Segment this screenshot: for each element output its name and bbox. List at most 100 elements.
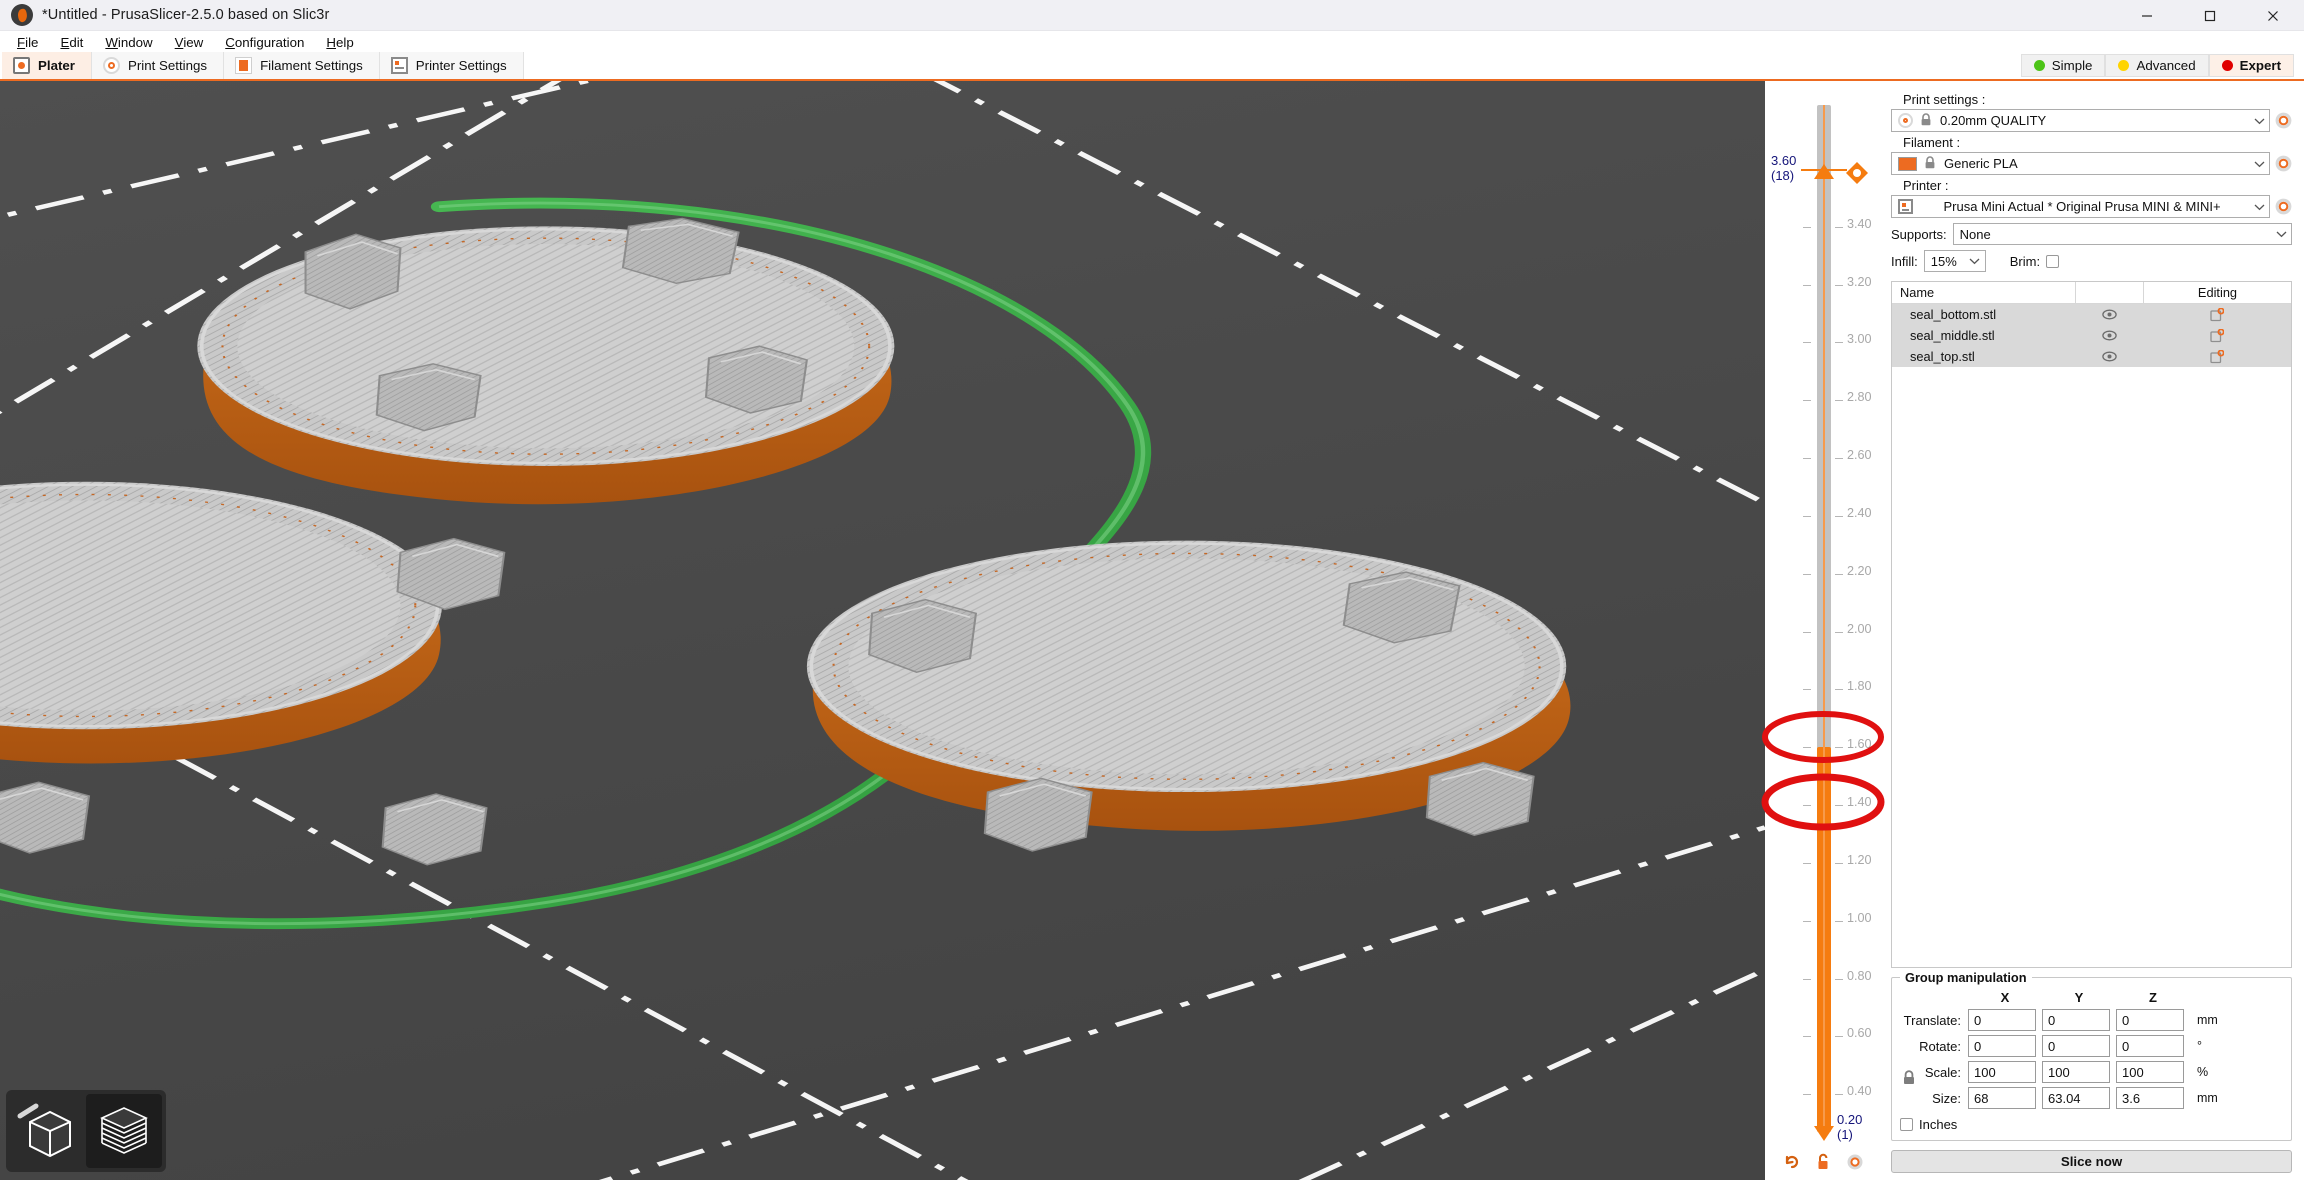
print-settings-combo[interactable]: 0.20mm QUALITY: [1891, 109, 2270, 132]
menu-edit-rest: dit: [69, 35, 84, 50]
object-settings-icon[interactable]: [2143, 349, 2291, 364]
main-body: 3.40 3.20 3.00 2.80 2.60 2.40 2.20 2.00 1.80 1.60…: [0, 81, 2304, 1180]
filament-config-button[interactable]: [2275, 155, 2292, 172]
locked-padlock-icon: [1924, 155, 1937, 172]
printer-combo[interactable]: Prusa Mini Actual * Original Prusa MINI …: [1891, 195, 2270, 218]
tick-mark-left: [1803, 689, 1811, 691]
layer-slider[interactable]: 3.40 3.20 3.00 2.80 2.60 2.40 2.20 2.00 1.80 1.60…: [1761, 81, 1885, 1180]
layer-slider-tick: 2.40: [1765, 506, 1880, 520]
axis-y-header: Y: [2074, 990, 2084, 1005]
table-row[interactable]: seal_middle.stl: [1892, 325, 2291, 346]
tick-mark-right: [1835, 515, 1843, 517]
object-list: Name Editing seal_bottom.stl seal_middle…: [1891, 281, 2292, 968]
eye-icon[interactable]: [2075, 309, 2143, 320]
cog-icon[interactable]: [1847, 1154, 1863, 1175]
inches-checkbox[interactable]: [1900, 1118, 1913, 1131]
layer-slider-upper-thumb[interactable]: [1812, 163, 1836, 181]
revert-arrow-icon[interactable]: [1783, 1153, 1801, 1176]
menu-window[interactable]: Window: [94, 33, 163, 52]
menu-edit[interactable]: Edit: [49, 33, 94, 52]
tick-label: 2.00: [1847, 621, 1872, 636]
rotate-z-input[interactable]: 0: [2116, 1035, 2184, 1057]
mode-simple[interactable]: Simple: [2020, 54, 2106, 77]
menu-help[interactable]: Help: [315, 33, 364, 52]
layer-slider-tick: 2.20: [1765, 564, 1880, 578]
mode-simple-label: Simple: [2051, 58, 2093, 73]
scale-y-input[interactable]: 100: [2042, 1061, 2110, 1083]
filament-spool-icon: [235, 57, 253, 74]
menu-view[interactable]: View: [164, 33, 215, 52]
supports-select[interactable]: None: [1952, 223, 2292, 245]
object-settings-icon[interactable]: [2143, 328, 2291, 343]
filament-combo[interactable]: Generic PLA: [1891, 152, 2270, 175]
minimize-button[interactable]: [2115, 0, 2178, 31]
tick-mark-right: [1835, 805, 1843, 807]
layer-slider-upper-cog-icon[interactable]: [1845, 161, 1869, 185]
brim-checkbox[interactable]: [2046, 254, 2060, 268]
scale-z-input[interactable]: 100: [2116, 1061, 2184, 1083]
eye-icon[interactable]: [2075, 351, 2143, 362]
layer-slider-bottom-label: 0.20 (1): [1837, 1112, 1862, 1142]
close-button[interactable]: [2241, 0, 2304, 31]
maximize-button[interactable]: [2178, 0, 2241, 31]
eye-icon[interactable]: [2075, 330, 2143, 341]
tab-printer-settings[interactable]: Printer Settings: [379, 52, 524, 79]
right-sidebar: Print settings : 0.20mm QUALITY Filament: [1880, 81, 2304, 1180]
tick-label: 1.40: [1847, 795, 1872, 810]
mode-selector: Simple Advanced Expert: [2020, 52, 2304, 79]
tick-mark-right: [1835, 573, 1843, 575]
infill-label: Infill:: [1891, 253, 1918, 269]
supports-label: Supports:: [1891, 226, 1947, 242]
object-settings-icon[interactable]: [2143, 307, 2291, 322]
infill-select[interactable]: 15%: [1923, 250, 1986, 272]
unlocked-padlock-icon[interactable]: [1816, 1153, 1832, 1176]
tab-print-settings[interactable]: Print Settings: [91, 52, 225, 79]
size-x-input[interactable]: 68: [1968, 1087, 2036, 1109]
tab-filament-settings[interactable]: Filament Settings: [224, 52, 380, 79]
title-bar: *Untitled - PrusaSlicer-2.5.0 based on S…: [0, 0, 2304, 31]
object-list-empty-area[interactable]: [1892, 367, 2291, 967]
menu-configuration[interactable]: Configuration: [214, 33, 315, 52]
translate-x-input[interactable]: 0: [1968, 1009, 2036, 1031]
layer-slider-tick: 1.00: [1765, 911, 1880, 925]
prusaslicer-logo-icon: [11, 4, 33, 26]
layer-slider-tick: 0.80: [1765, 969, 1880, 983]
infill-brim-row: Infill: 15% Brim:: [1891, 250, 2292, 272]
preview-view-button[interactable]: [86, 1094, 162, 1168]
table-row[interactable]: seal_top.stl: [1892, 346, 2291, 367]
layer-slider-lower-thumb[interactable]: [1812, 1124, 1836, 1142]
viewport-scene: [0, 81, 1765, 1180]
print-settings-value: 0.20mm QUALITY: [1940, 113, 2047, 128]
uniform-scale-lock-icon[interactable]: [1902, 1070, 1916, 1090]
rotate-y-input[interactable]: 0: [2042, 1035, 2110, 1057]
tick-mark-right: [1835, 978, 1843, 980]
rotate-x-input[interactable]: 0: [1968, 1035, 2036, 1057]
printer-value: Prusa Mini Actual * Original Prusa MINI …: [1943, 199, 2221, 214]
filament-row: Generic PLA: [1891, 152, 2292, 175]
view-mode-buttons: [6, 1090, 166, 1172]
layer-slider-tick: 3.40: [1765, 217, 1880, 231]
object-list-col-editing: Editing: [2143, 281, 2291, 304]
3d-viewport[interactable]: [0, 81, 1765, 1180]
mode-advanced[interactable]: Advanced: [2105, 54, 2209, 77]
rotate-label: Rotate:: [1919, 1038, 1961, 1054]
tick-label: 2.20: [1847, 563, 1872, 578]
slice-now-button[interactable]: Slice now: [1891, 1150, 2292, 1173]
scale-unit: %: [2197, 1065, 2209, 1079]
translate-z-input[interactable]: 0: [2116, 1009, 2184, 1031]
3d-editor-view-button[interactable]: [10, 1094, 86, 1168]
menu-configuration-mnemonic: C: [225, 35, 235, 50]
tick-mark-left: [1803, 978, 1811, 980]
printer-config-button[interactable]: [2275, 198, 2292, 215]
table-row[interactable]: seal_bottom.stl: [1892, 304, 2291, 325]
brim-label: Brim:: [2009, 253, 2041, 269]
menu-file[interactable]: File: [6, 33, 49, 52]
mode-expert[interactable]: Expert: [2208, 54, 2294, 77]
size-z-input[interactable]: 3.6: [2116, 1087, 2184, 1109]
translate-y-input[interactable]: 0: [2042, 1009, 2110, 1031]
tab-bar: Plater Print Settings Filament Settings …: [0, 52, 2304, 81]
scale-x-input[interactable]: 100: [1968, 1061, 2036, 1083]
print-settings-config-button[interactable]: [2275, 112, 2292, 129]
tab-plater[interactable]: Plater: [2, 52, 92, 79]
size-y-input[interactable]: 63.04: [2042, 1087, 2110, 1109]
